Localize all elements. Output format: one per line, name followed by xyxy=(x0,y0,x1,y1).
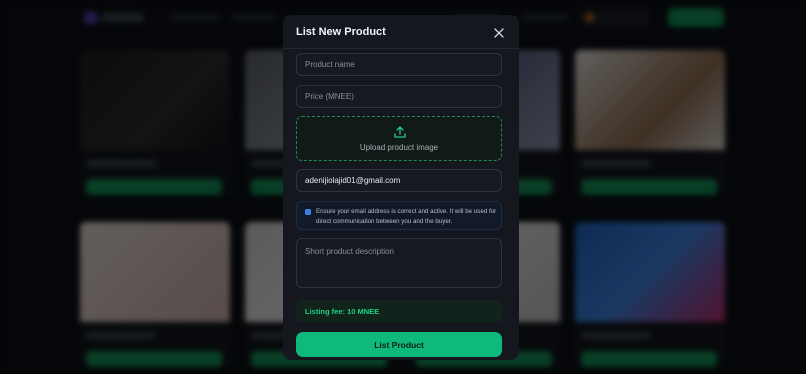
info-icon xyxy=(305,209,311,215)
email-field[interactable] xyxy=(296,169,502,192)
upload-image-dropzone[interactable]: Upload product image xyxy=(296,116,502,161)
listing-fee-text: Listing fee: 10 MNEE xyxy=(305,307,380,316)
email-notice: Ensure your email address is correct and… xyxy=(296,201,502,230)
price-input[interactable] xyxy=(296,85,502,108)
modal-title: List New Product xyxy=(296,26,386,38)
close-icon[interactable] xyxy=(493,26,505,38)
product-name-input[interactable] xyxy=(296,53,502,76)
upload-icon xyxy=(393,125,407,139)
notice-text: Ensure your email address is correct and… xyxy=(316,208,497,225)
upload-label: Upload product image xyxy=(359,143,439,152)
list-product-button[interactable]: List Product xyxy=(296,332,502,357)
modal-header: List New Product xyxy=(283,15,519,49)
list-product-modal: List New Product Upload product image En… xyxy=(283,15,519,360)
description-textarea[interactable] xyxy=(296,238,502,288)
listing-fee-banner: Listing fee: 10 MNEE xyxy=(296,300,502,322)
